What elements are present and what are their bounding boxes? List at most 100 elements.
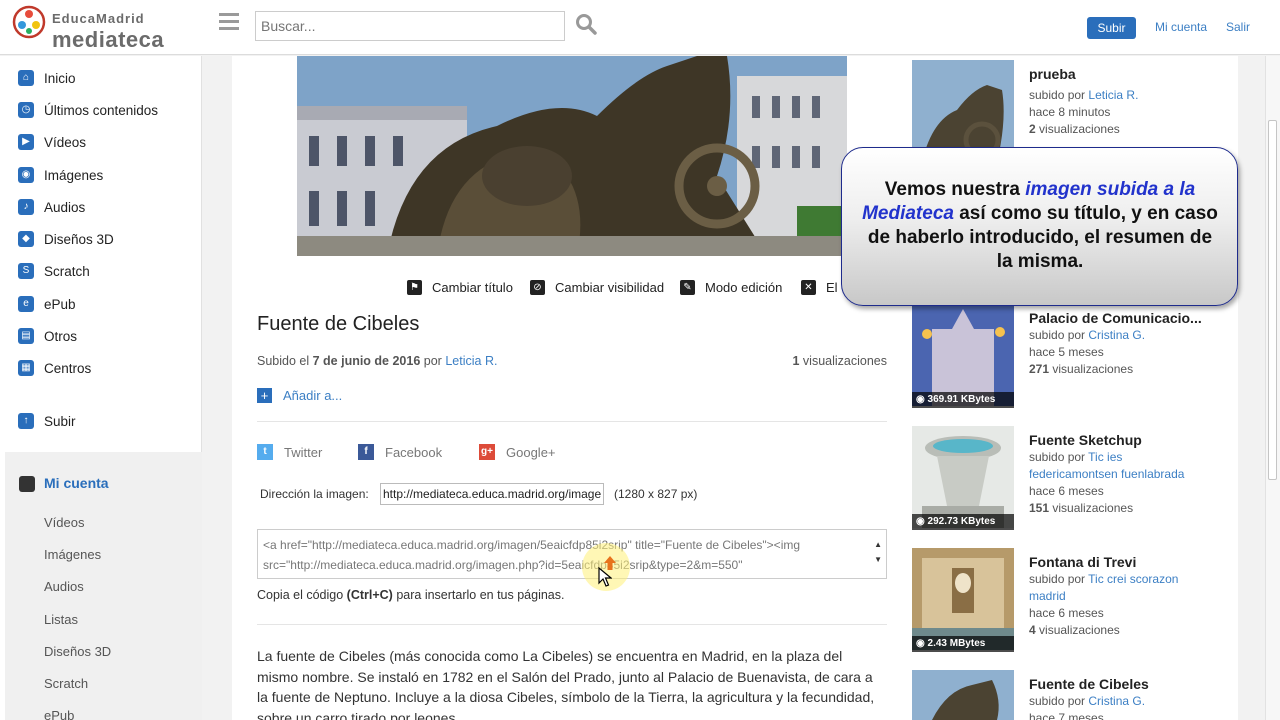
- search-input[interactable]: [255, 11, 565, 41]
- related-item[interactable]: Fuente de Cibeles subido por Cristina G.…: [912, 670, 1238, 720]
- related-author-link-cont[interactable]: madrid: [1029, 589, 1066, 603]
- sidebar-item-centros[interactable]: ▦ Centros: [0, 354, 202, 382]
- sidebar-item-ultimos[interactable]: ◷ Últimos contenidos: [0, 96, 202, 124]
- related-thumbnail[interactable]: [912, 426, 1014, 528]
- related-title[interactable]: prueba: [1029, 66, 1076, 82]
- my-account-item-epub[interactable]: ePub: [44, 708, 74, 720]
- twitter-icon: t: [257, 444, 273, 460]
- related-item[interactable]: ◉ 369.91 KBytes Palacio de Comunicacio..…: [912, 304, 1238, 408]
- sidebar-item-label: Últimos contenidos: [44, 102, 159, 118]
- change-title-label: Cambiar título: [432, 279, 513, 295]
- sidebar-item-subir[interactable]: ↑ Subir: [0, 407, 202, 435]
- related-author-link[interactable]: Tic ies: [1088, 450, 1122, 464]
- sidebar-item-inicio[interactable]: ⌂ Inicio: [0, 64, 202, 92]
- related-uploader: subido por Cristina G.: [1029, 694, 1145, 708]
- related-item[interactable]: ◉ 292.73 KBytes Fuente Sketchup subido p…: [912, 426, 1238, 530]
- copy-shortcut: (Ctrl+C): [346, 588, 393, 602]
- upload-button[interactable]: Subir: [1087, 17, 1136, 39]
- related-title[interactable]: Fuente de Cibeles: [1029, 676, 1149, 692]
- sidebar-item-scratch[interactable]: S Scratch: [0, 257, 202, 285]
- my-account-item-listas[interactable]: Listas: [44, 612, 78, 627]
- related-age: hace 8 minutos: [1029, 105, 1111, 119]
- related-title[interactable]: Fuente Sketchup: [1029, 432, 1142, 448]
- related-age: hace 5 meses: [1029, 345, 1104, 359]
- search-icon[interactable]: [575, 13, 597, 35]
- divider: [257, 421, 887, 422]
- callout-text: Vemos nuestra imagen subida a la Mediate…: [860, 178, 1220, 274]
- file-size-badge: ◉ 292.73 KBytes: [912, 514, 1014, 530]
- my-account-link[interactable]: Mi cuenta: [1155, 20, 1207, 34]
- my-account-item-audios[interactable]: Audios: [44, 579, 84, 594]
- related-thumbnail[interactable]: [912, 304, 1014, 406]
- related-uploader: subido por Leticia R.: [1029, 88, 1138, 102]
- related-views-number: 271: [1029, 362, 1050, 376]
- author-link[interactable]: Leticia R.: [445, 354, 497, 368]
- sidebar-item-epub[interactable]: e ePub: [0, 290, 202, 318]
- plus-icon: +: [257, 388, 272, 403]
- scrollbar-thumb[interactable]: [1268, 120, 1277, 480]
- page-scrollbar[interactable]: [1265, 56, 1280, 720]
- logo-mark-icon: [12, 5, 46, 39]
- related-thumbnail[interactable]: [912, 548, 1014, 650]
- related-thumbnail[interactable]: [912, 670, 1014, 720]
- my-account-heading[interactable]: Mi cuenta: [5, 472, 202, 496]
- change-visibility-button[interactable]: ⊘ Cambiar visibilidad: [530, 277, 664, 297]
- file-icon: ▤: [18, 328, 34, 344]
- my-account-item-imagenes[interactable]: Imágenes: [44, 547, 101, 562]
- scroll-down-icon[interactable]: ▼: [874, 550, 882, 570]
- camera-icon: ◉: [916, 638, 925, 649]
- sidebar-item-disenos-3d[interactable]: ◆ Diseños 3D: [0, 225, 202, 253]
- share-googleplus[interactable]: g+ Google+: [479, 444, 556, 460]
- sidebar-item-videos[interactable]: ▶ Vídeos: [0, 128, 202, 156]
- related-title[interactable]: Palacio de Comunicacio...: [1029, 310, 1202, 326]
- related-age: hace 6 meses: [1029, 484, 1104, 498]
- media-title: Fuente de Cibeles: [257, 313, 420, 335]
- embed-code-text: <a href="http://mediateca.educa.madrid.o…: [263, 538, 801, 572]
- pencil-icon: ✎: [680, 279, 695, 295]
- related-views-number: 2: [1029, 122, 1036, 136]
- sidebar-item-label: Subir: [44, 413, 76, 429]
- sidebar-item-imagenes[interactable]: ◉ Imágenes: [0, 161, 202, 189]
- related-author-link[interactable]: Cristina G.: [1088, 328, 1145, 342]
- file-size: 292.73 KBytes: [927, 516, 996, 527]
- sidebar-item-label: Audios: [44, 199, 86, 215]
- main-content: ⚑ Cambiar título ⊘ Cambiar visibilidad ✎…: [232, 56, 912, 720]
- related-item[interactable]: ◉ 2.43 MBytes Fontana di Trevi subido po…: [912, 548, 1238, 652]
- sidebar-item-otros[interactable]: ▤ Otros: [0, 322, 202, 350]
- image-address-field[interactable]: [380, 483, 604, 505]
- delete-button[interactable]: ✕ El: [801, 277, 838, 297]
- related-views-label: visualizaciones: [1039, 623, 1120, 637]
- related-views: 271 visualizaciones: [1029, 362, 1133, 376]
- clock-icon: ◷: [18, 102, 34, 118]
- related-author-link[interactable]: Tic crei scorazon: [1088, 572, 1178, 586]
- flag-icon: ⚑: [407, 279, 422, 295]
- my-account-item-disenos-3d[interactable]: Diseños 3D: [44, 644, 111, 659]
- copy-instructions: Copia el código (Ctrl+C) para insertarlo…: [257, 588, 565, 602]
- edit-mode-button[interactable]: ✎ Modo edición: [680, 277, 782, 297]
- related-author-link[interactable]: Cristina G.: [1088, 694, 1145, 708]
- upload-meta: Subido el 7 de junio de 2016 por Leticia…: [257, 354, 497, 368]
- related-views-label: visualizaciones: [1052, 501, 1134, 515]
- educamadrid-logo[interactable]: EducaMadrid mediateca: [12, 5, 192, 52]
- play-icon: ▶: [18, 134, 34, 150]
- sidebar-item-audios[interactable]: ♪ Audios: [0, 193, 202, 221]
- visibility-icon: ⊘: [530, 279, 545, 295]
- speaker-icon: ♪: [18, 199, 34, 215]
- related-author-link[interactable]: Leticia R.: [1088, 88, 1138, 102]
- menu-icon[interactable]: [219, 13, 239, 31]
- logout-link[interactable]: Salir: [1226, 20, 1250, 34]
- media-image[interactable]: [297, 56, 847, 256]
- my-account-item-scratch[interactable]: Scratch: [44, 676, 88, 691]
- media-actions: ⚑ Cambiar título ⊘ Cambiar visibilidad ✎…: [407, 277, 887, 297]
- related-author-link-cont[interactable]: federicamontsen fuenlabrada: [1029, 467, 1184, 481]
- add-to-button[interactable]: + Añadir a...: [257, 388, 342, 403]
- change-title-button[interactable]: ⚑ Cambiar título: [407, 277, 513, 297]
- callout-part1: Vemos nuestra: [884, 179, 1020, 200]
- related-title[interactable]: Fontana di Trevi: [1029, 554, 1136, 570]
- embed-code-textarea[interactable]: <a href="http://mediateca.educa.madrid.o…: [257, 529, 887, 579]
- my-account-item-videos[interactable]: Vídeos: [44, 515, 84, 530]
- share-facebook[interactable]: f Facebook: [358, 444, 442, 460]
- delete-label: El: [826, 279, 838, 295]
- share-twitter[interactable]: t Twitter: [257, 444, 322, 460]
- top-bar: EducaMadrid mediateca Subir Mi cuenta Sa…: [0, 0, 1280, 55]
